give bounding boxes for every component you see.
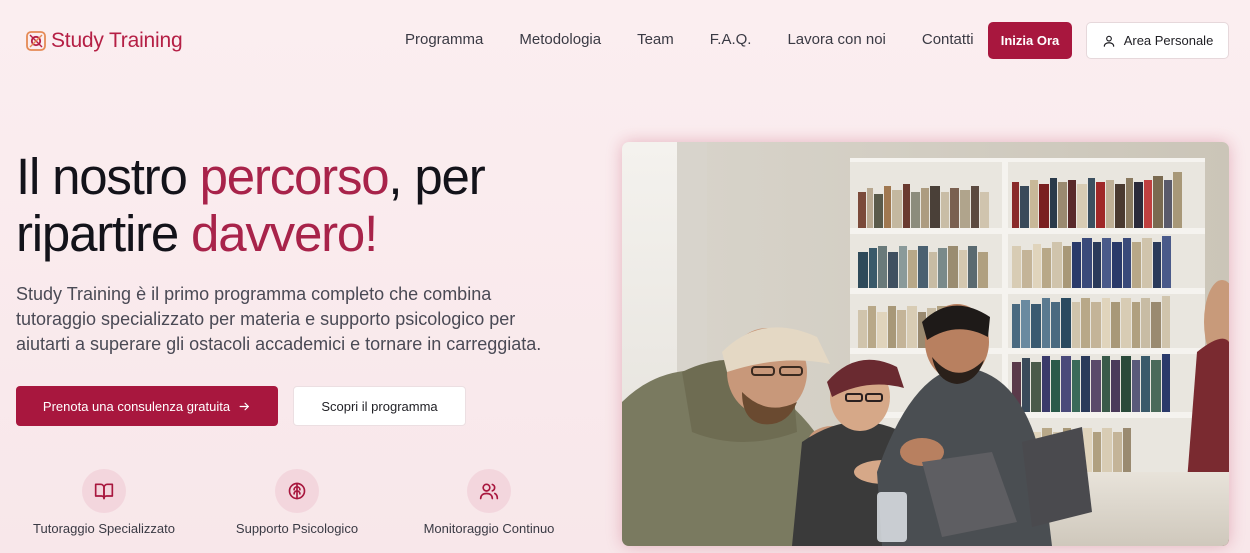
- main-nav: Programma Metodologia Team F.A.Q. Lavora…: [405, 31, 1010, 48]
- nav-link-programma[interactable]: Programma: [405, 31, 483, 48]
- feature-icon-circle: [82, 469, 126, 513]
- nav-link-contatti[interactable]: Contatti: [922, 31, 974, 48]
- feature-monitoraggio: Monitoraggio Continuo: [399, 469, 579, 536]
- hero-photo: [622, 142, 1229, 546]
- hero-description: Study Training è il primo programma comp…: [16, 284, 542, 354]
- area-personale-label: Area Personale: [1123, 33, 1214, 48]
- area-personale-button[interactable]: Area Personale: [1086, 22, 1229, 59]
- hero-title-part1: Il nostro: [16, 148, 200, 205]
- feature-label: Supporto Psicologico: [235, 521, 359, 536]
- feature-supporto: Supporto Psicologico: [207, 469, 387, 536]
- brand-logo[interactable]: Study Training: [26, 29, 183, 53]
- users-icon: [479, 483, 499, 500]
- brain-icon: [288, 482, 306, 500]
- feature-label: Monitoraggio Continuo: [423, 521, 555, 536]
- nav-link-lavora-con-noi[interactable]: Lavora con noi: [787, 31, 885, 48]
- nav-link-team[interactable]: Team: [637, 31, 674, 48]
- feature-icon-circle: [275, 469, 319, 513]
- logo-icon: [26, 31, 46, 51]
- students-library-photo: [622, 142, 1229, 546]
- feature-icon-circle: [467, 469, 511, 513]
- arrow-right-icon: [239, 402, 249, 410]
- hero-title-part3: ripartire: [16, 205, 192, 262]
- feature-tutoraggio: Tutoraggio Specializzato: [14, 469, 194, 536]
- brand-name: Study Training: [51, 29, 183, 52]
- book-open-icon: [94, 483, 114, 500]
- site-header: Study Training Programma Metodologia Tea…: [0, 0, 1250, 82]
- hero-title: Il nostro percorso, per ripartire davver…: [16, 148, 596, 262]
- user-icon: [1103, 35, 1114, 47]
- hero-title-accent1: percorso: [199, 148, 390, 205]
- prenota-consulenza-button[interactable]: Prenota una consulenza gratuita: [16, 386, 278, 426]
- inizia-ora-button[interactable]: Inizia Ora: [988, 22, 1072, 59]
- scopri-programma-button[interactable]: Scopri il programma: [293, 386, 466, 426]
- prenota-consulenza-label: Prenota una consulenza gratuita: [42, 398, 231, 414]
- feature-label: Tutoraggio Specializzato: [33, 521, 175, 536]
- nav-link-faq[interactable]: F.A.Q.: [710, 31, 752, 48]
- hero-title-part2: , per: [388, 148, 485, 205]
- hero-title-accent2: davvero!: [191, 205, 378, 262]
- nav-link-metodologia[interactable]: Metodologia: [519, 31, 601, 48]
